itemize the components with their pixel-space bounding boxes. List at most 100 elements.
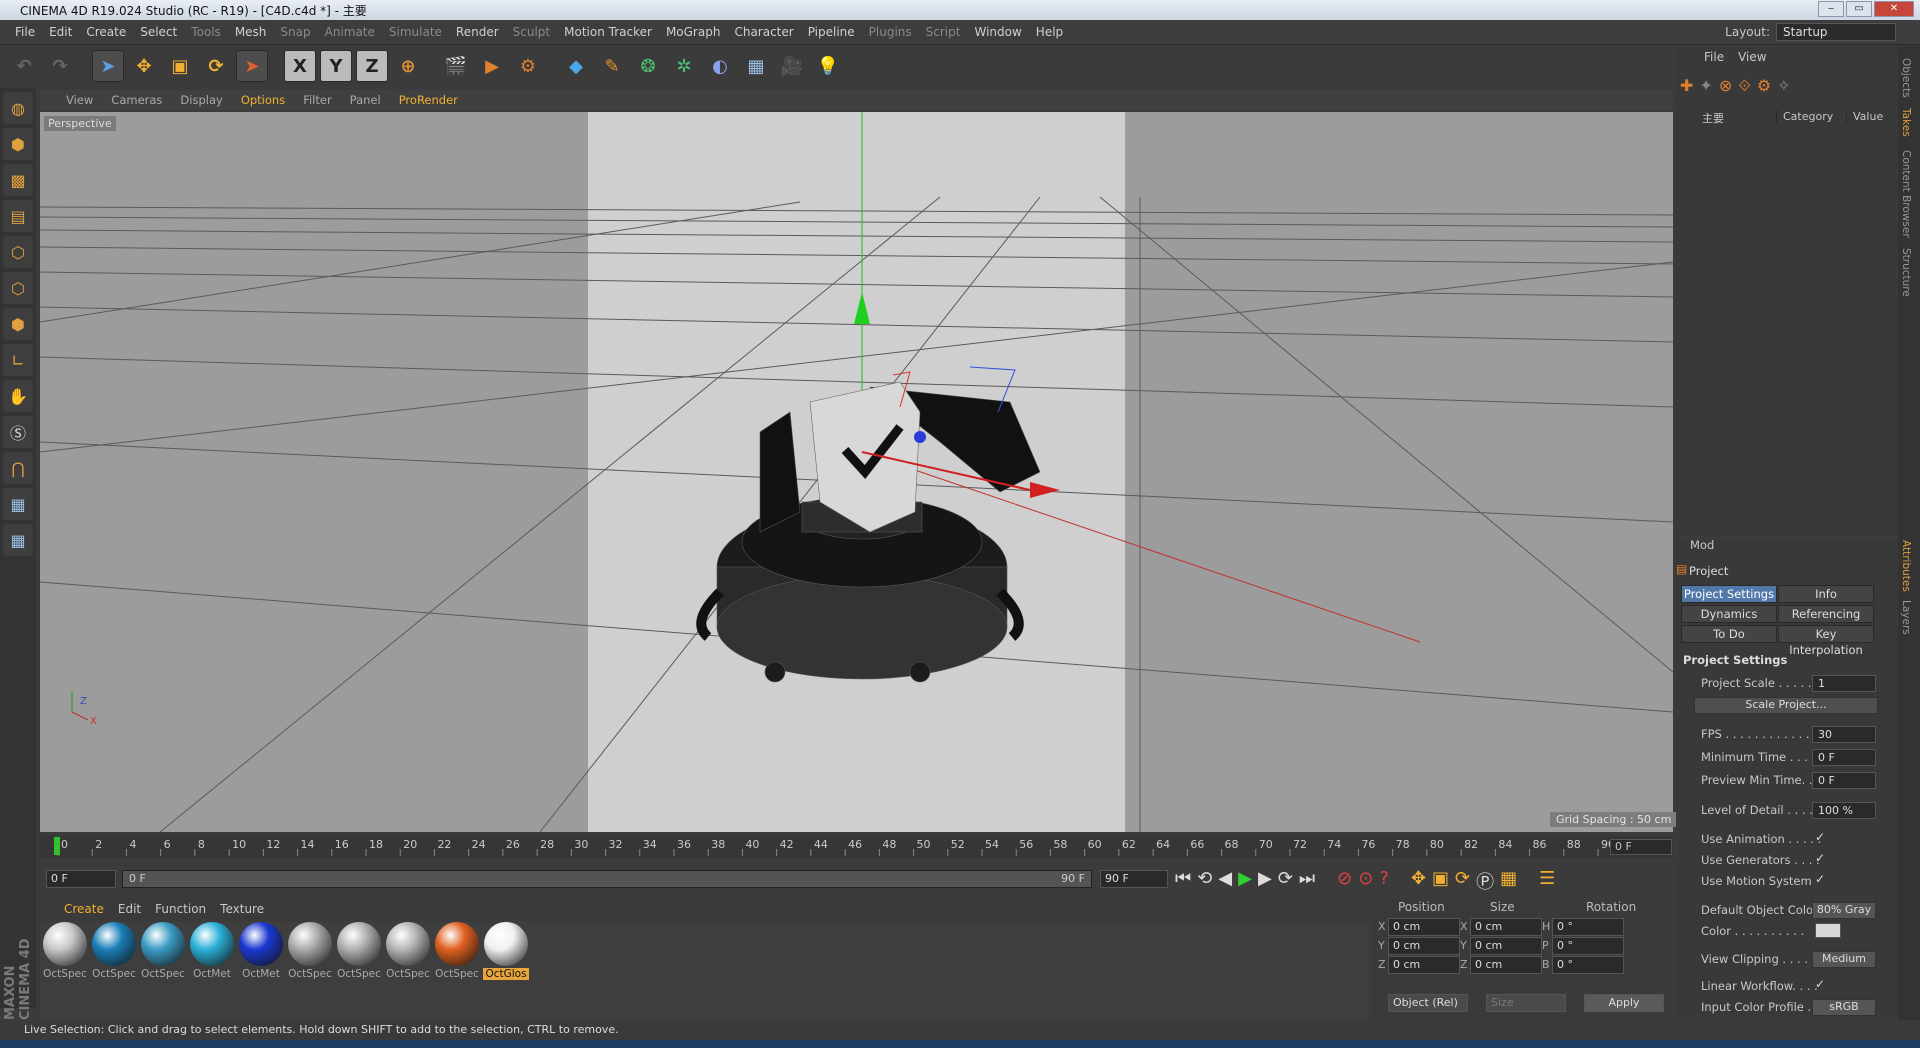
cube-primitive-icon[interactable]: ◆ bbox=[560, 50, 592, 82]
input-color-profile-dropdown[interactable]: sRGB bbox=[1812, 999, 1876, 1016]
material-item[interactable]: OctSpec bbox=[336, 922, 382, 1022]
viewport-menu-options[interactable]: Options bbox=[241, 93, 285, 107]
position-key-icon[interactable]: ✥ bbox=[1411, 868, 1426, 894]
cloner-icon[interactable]: ✲ bbox=[668, 50, 700, 82]
point-level-icon[interactable]: ▦ bbox=[1500, 868, 1517, 894]
menu-mesh[interactable]: Mesh bbox=[228, 25, 274, 39]
use-generators-checkbox[interactable]: ✓ bbox=[1815, 851, 1825, 865]
parameter-key-icon[interactable]: Ⓟ bbox=[1476, 868, 1494, 894]
next-key-icon[interactable]: ⟳ bbox=[1278, 868, 1293, 894]
z-axis-lock-icon[interactable]: Z bbox=[356, 50, 388, 82]
light-icon[interactable]: 💡 bbox=[812, 50, 844, 82]
coordinate-size-field[interactable]: 0 cm bbox=[1470, 918, 1542, 936]
color-swatch[interactable] bbox=[1815, 923, 1841, 938]
current-frame-field[interactable]: 0 F bbox=[1610, 839, 1672, 855]
lock-icon[interactable]: ✧ bbox=[1777, 76, 1790, 104]
x-axis-lock-icon[interactable]: X bbox=[284, 50, 316, 82]
attributes-side-tab[interactable]: Attributes bbox=[1900, 540, 1912, 592]
start-frame-field[interactable]: 0 F bbox=[46, 870, 116, 888]
content-browser-side-tab[interactable]: Content Browser bbox=[1900, 150, 1912, 238]
end-frame-field[interactable]: 90 F bbox=[1100, 870, 1168, 888]
scale-key-icon[interactable]: ▣ bbox=[1432, 868, 1449, 894]
coordinate-rot-field[interactable]: 0 ° bbox=[1552, 937, 1624, 955]
menu-animate[interactable]: Animate bbox=[318, 25, 382, 39]
size-mode-dropdown[interactable]: Size bbox=[1486, 994, 1566, 1012]
default-object-color-dropdown[interactable]: 80% Gray bbox=[1812, 902, 1876, 919]
playhead[interactable] bbox=[54, 837, 60, 855]
menu-file[interactable]: File bbox=[8, 25, 42, 39]
menu-motion-tracker[interactable]: Motion Tracker bbox=[557, 25, 659, 39]
coordinate-rot-field[interactable]: 0 ° bbox=[1552, 918, 1624, 936]
camera-icon[interactable]: 🎥 bbox=[776, 50, 808, 82]
menu-tools[interactable]: Tools bbox=[184, 25, 228, 39]
material-item[interactable]: OctMet bbox=[238, 922, 284, 1022]
render-picture-viewer-icon[interactable]: ▶ bbox=[476, 50, 508, 82]
preview-range-slider[interactable]: 0 F 90 F bbox=[122, 870, 1092, 888]
material-item[interactable]: OctMet bbox=[189, 922, 235, 1022]
viewport-menu-cameras[interactable]: Cameras bbox=[111, 93, 162, 107]
play-icon[interactable]: ▶ bbox=[1238, 868, 1252, 894]
floor-icon[interactable]: ▦ bbox=[740, 50, 772, 82]
takes-main-item[interactable]: 主要 bbox=[1702, 110, 1724, 126]
rotation-key-icon[interactable]: ⟳ bbox=[1455, 868, 1470, 894]
make-editable-icon[interactable]: ◍ bbox=[3, 92, 33, 124]
snap-icon[interactable]: ⋂ bbox=[3, 452, 33, 484]
fps-field[interactable]: 30 bbox=[1812, 726, 1876, 743]
material-item[interactable]: OctSpec bbox=[140, 922, 186, 1022]
material-menu-texture[interactable]: Texture bbox=[220, 902, 264, 916]
live-selection-icon[interactable]: ➤ bbox=[92, 50, 124, 82]
viewport-menu-display[interactable]: Display bbox=[180, 93, 222, 107]
rotate-icon[interactable]: ⟳ bbox=[200, 50, 232, 82]
points-mode-icon[interactable]: ⬡ bbox=[3, 236, 33, 268]
attribute-tab-project-settings[interactable]: Project Settings bbox=[1681, 585, 1777, 603]
subdivision-surface-icon[interactable]: ❂ bbox=[632, 50, 664, 82]
model-mode-icon[interactable]: ⬢ bbox=[3, 128, 33, 160]
record-keys-icon[interactable]: ⊘ bbox=[1337, 868, 1352, 894]
scale-icon[interactable]: ▣ bbox=[164, 50, 196, 82]
viewport-menu-filter[interactable]: Filter bbox=[303, 93, 331, 107]
attribute-tab-to-do[interactable]: To Do bbox=[1681, 625, 1777, 643]
timeline-window-icon[interactable]: ☰ bbox=[1539, 868, 1555, 894]
menu-help[interactable]: Help bbox=[1029, 25, 1070, 39]
polygons-mode-icon[interactable]: ⬢ bbox=[3, 308, 33, 340]
scale-project-button[interactable]: Scale Project... bbox=[1694, 697, 1878, 714]
render-settings-icon[interactable]: ⚙ bbox=[512, 50, 544, 82]
objects-side-tab[interactable]: Objects bbox=[1900, 58, 1912, 98]
viewport-perspective[interactable]: ZX bbox=[40, 112, 1673, 832]
viewport-menu-prorender[interactable]: ProRender bbox=[399, 93, 458, 107]
maximize-button[interactable]: ▭ bbox=[1846, 1, 1872, 17]
menu-edit[interactable]: Edit bbox=[42, 25, 79, 39]
menu-create[interactable]: Create bbox=[79, 25, 133, 39]
takes-side-tab[interactable]: Takes bbox=[1900, 108, 1912, 137]
keyframe-selection-icon[interactable]: ? bbox=[1379, 868, 1389, 894]
coordinate-rot-field[interactable]: 0 ° bbox=[1552, 956, 1624, 974]
y-axis-lock-icon[interactable]: Y bbox=[320, 50, 352, 82]
attributes-mode-menu[interactable]: Mod bbox=[1690, 538, 1714, 552]
tag-icon[interactable]: ⊗ bbox=[1719, 76, 1732, 104]
viewport-menu-view[interactable]: View bbox=[66, 93, 93, 107]
project-scale-field[interactable]: 1 bbox=[1812, 675, 1876, 692]
layout-dropdown[interactable]: Startup bbox=[1776, 23, 1896, 41]
pen-spline-icon[interactable]: ✎ bbox=[596, 50, 628, 82]
material-item[interactable]: OctGlos bbox=[483, 922, 529, 1022]
attribute-tab-referencing[interactable]: Referencing bbox=[1778, 605, 1874, 623]
material-item[interactable]: OctSpec bbox=[434, 922, 480, 1022]
attribute-tab-info[interactable]: Info bbox=[1778, 585, 1874, 603]
attribute-tab-key-interpolation[interactable]: Key Interpolation bbox=[1778, 625, 1874, 657]
undo-icon[interactable]: ↶ bbox=[8, 50, 40, 82]
layers-side-tab[interactable]: Layers bbox=[1900, 600, 1912, 635]
menu-script[interactable]: Script bbox=[919, 25, 968, 39]
menu-simulate[interactable]: Simulate bbox=[382, 25, 449, 39]
menu-character[interactable]: Character bbox=[727, 25, 800, 39]
next-frame-icon[interactable]: ▶ bbox=[1258, 868, 1272, 894]
layer-icon[interactable]: ⟐ bbox=[1738, 76, 1751, 104]
planar-workplane-icon[interactable]: ▦ bbox=[3, 524, 33, 556]
edges-mode-icon[interactable]: ⬡ bbox=[3, 272, 33, 304]
level-of-detail-field[interactable]: 100 % bbox=[1812, 802, 1876, 819]
move-icon[interactable]: ✥ bbox=[128, 50, 160, 82]
material-item[interactable]: OctSpec bbox=[42, 922, 88, 1022]
linear-workflow-checkbox[interactable]: ✓ bbox=[1815, 977, 1825, 991]
redo-icon[interactable]: ↷ bbox=[44, 50, 76, 82]
lock-workplane-icon[interactable]: ▦ bbox=[3, 488, 33, 520]
menu-plugins[interactable]: Plugins bbox=[862, 25, 919, 39]
